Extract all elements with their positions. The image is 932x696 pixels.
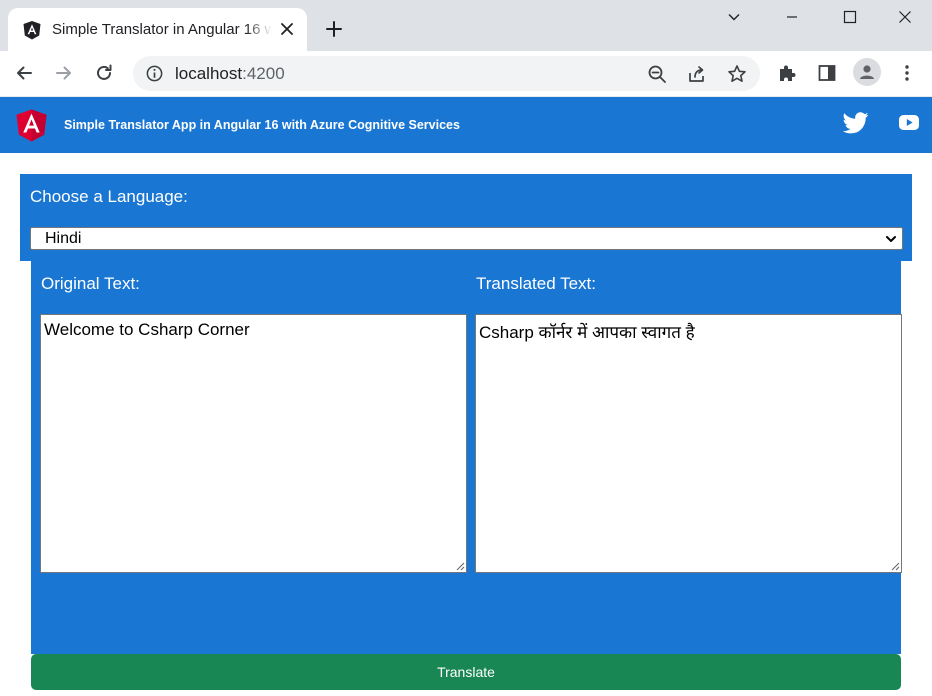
share-button[interactable]	[685, 62, 709, 86]
tab-close-icon[interactable]	[278, 20, 296, 38]
close-icon	[899, 11, 911, 23]
browser-menu-button[interactable]	[895, 61, 919, 85]
star-icon	[728, 65, 746, 82]
resize-handle-icon[interactable]	[890, 561, 900, 571]
profile-icon	[860, 65, 874, 79]
angular-favicon-icon	[23, 21, 41, 40]
maximize-icon	[843, 10, 857, 24]
chevron-down-icon	[728, 14, 740, 21]
new-tab-plus-icon[interactable]	[322, 17, 346, 41]
translated-text-label: Translated Text:	[476, 274, 597, 293]
url-host: localhost	[175, 64, 243, 83]
forward-arrow-icon	[56, 66, 71, 80]
chevron-down-icon	[886, 236, 896, 242]
translated-text-value: Csharp कॉर्नर में आपका स्वागत है	[479, 323, 695, 342]
bookmark-button[interactable]	[725, 62, 749, 86]
extensions-button[interactable]	[775, 61, 799, 85]
browser-toolbar: localhost:4200	[0, 51, 932, 97]
language-panel: Choose a Language: Hindi	[20, 174, 912, 261]
kebab-menu-icon	[905, 65, 909, 81]
original-text-value: Welcome to Csharp Corner	[44, 320, 250, 339]
language-select[interactable]: Hindi	[30, 227, 903, 250]
browser-tabstrip: Simple Translator in Angular 16 with Azu…	[0, 0, 932, 51]
translate-button[interactable]: Translate	[31, 654, 901, 690]
app-header: Simple Translator App in Angular 16 with…	[0, 97, 932, 153]
minimize-icon	[787, 16, 797, 18]
original-text-input[interactable]: Welcome to Csharp Corner	[40, 314, 467, 573]
close-window-button[interactable]	[876, 0, 932, 34]
resize-handle-icon[interactable]	[455, 561, 465, 571]
url-port: :4200	[242, 64, 285, 83]
reload-icon	[97, 64, 112, 80]
browser-tab[interactable]: Simple Translator in Angular 16 with Azu…	[8, 8, 307, 51]
tab-title: Simple Translator in Angular 16 with Azu…	[52, 21, 272, 38]
zoom-out-icon	[648, 65, 666, 83]
youtube-icon[interactable]	[898, 113, 920, 132]
language-label: Choose a Language:	[30, 187, 188, 206]
profile-button[interactable]	[853, 58, 881, 86]
angular-logo-icon	[16, 109, 47, 142]
reload-button[interactable]	[92, 61, 116, 85]
url-text: localhost:4200	[175, 64, 285, 84]
original-text-label: Original Text:	[41, 274, 140, 293]
maximize-button[interactable]	[821, 0, 879, 34]
app-title: Simple Translator App in Angular 16 with…	[64, 118, 460, 132]
language-selected-value: Hindi	[45, 230, 82, 247]
share-icon	[689, 66, 704, 82]
zoom-button[interactable]	[645, 62, 669, 86]
translated-text-output[interactable]: Csharp कॉर्नर में आपका स्वागत है	[475, 314, 902, 573]
side-panel-button[interactable]	[815, 61, 839, 85]
translate-button-label: Translate	[437, 664, 495, 680]
info-icon[interactable]	[145, 64, 164, 83]
minimize-button[interactable]	[763, 0, 821, 34]
side-panel-icon	[818, 65, 836, 81]
forward-button[interactable]	[52, 61, 76, 85]
tab-search-button[interactable]	[705, 0, 763, 34]
twitter-icon[interactable]	[843, 111, 869, 135]
address-bar[interactable]: localhost:4200	[133, 56, 760, 91]
back-arrow-icon	[17, 66, 32, 80]
puzzle-icon	[780, 65, 796, 81]
translation-panel: Original Text: Translated Text: Welcome …	[31, 261, 902, 654]
back-button[interactable]	[12, 61, 36, 85]
